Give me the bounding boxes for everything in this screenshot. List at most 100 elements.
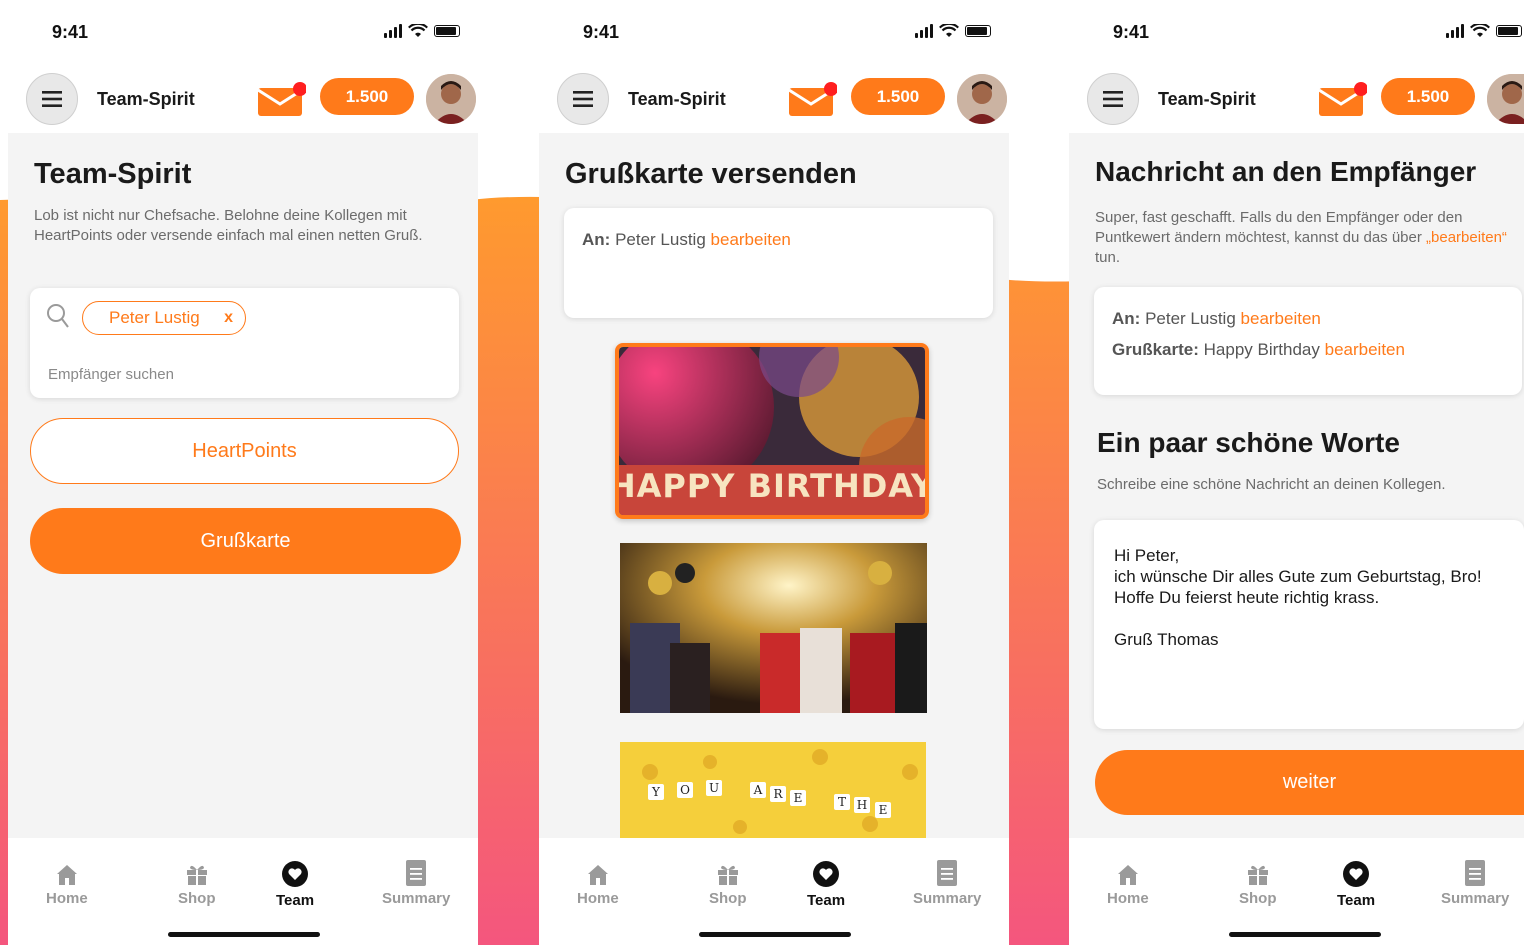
menu-button[interactable] bbox=[26, 73, 78, 125]
message-text[interactable]: Hi Peter, ich wünsche Dir alles Gute zum… bbox=[1114, 545, 1482, 650]
tab-shop[interactable]: Shop bbox=[178, 862, 216, 907]
card-line: Grußkarte: Happy Birthday bearbeiten bbox=[1112, 340, 1405, 360]
screen-team-spirit: 9:41 Team-Spirit 1.500 Team-Spirit Lob i… bbox=[8, 0, 478, 945]
edit-recipient-link[interactable]: bearbeiten bbox=[711, 230, 791, 249]
tab-home-label: Home bbox=[46, 890, 88, 907]
recipient-chip[interactable]: Peter Lustig x bbox=[82, 301, 246, 335]
remove-recipient-button[interactable]: x bbox=[224, 309, 233, 327]
dice-letter-7: T bbox=[838, 795, 846, 809]
dice-letter-2: O bbox=[680, 783, 690, 797]
home-indicator bbox=[1229, 932, 1381, 937]
card-label: Grußkarte: bbox=[1112, 340, 1199, 359]
status-icons bbox=[384, 24, 460, 38]
avatar[interactable] bbox=[957, 74, 1007, 124]
dice-letter-6: E bbox=[794, 791, 803, 805]
dice-letter-3: U bbox=[709, 781, 719, 795]
tab-home[interactable]: Home bbox=[1107, 864, 1149, 907]
page-title: Grußkarte versenden bbox=[565, 158, 857, 190]
grusskarte-button[interactable]: Grußkarte bbox=[30, 508, 461, 574]
page-title: Nachricht an den Empfänger bbox=[1095, 156, 1477, 187]
hamburger-icon bbox=[573, 91, 593, 107]
tab-team[interactable]: Team bbox=[807, 860, 845, 909]
next-button[interactable]: weiter bbox=[1095, 750, 1524, 815]
edit-recipient-link[interactable]: bearbeiten bbox=[1241, 309, 1321, 328]
home-icon bbox=[587, 865, 608, 885]
message-input[interactable]: Hi Peter, ich wünsche Dir alles Gute zum… bbox=[1094, 520, 1524, 729]
description-edit-link[interactable]: „bearbeiten“ bbox=[1426, 229, 1507, 246]
signal-icon bbox=[384, 24, 402, 38]
app-header: Team-Spirit 1.500 bbox=[539, 65, 1009, 133]
mail-notification-icon[interactable] bbox=[258, 82, 306, 116]
tab-shop[interactable]: Shop bbox=[709, 862, 747, 907]
screen-grusskarte-versenden: 9:41 Team-Spirit 1.500 Grußkarte versend… bbox=[539, 0, 1009, 945]
tab-home-label: Home bbox=[1107, 890, 1149, 907]
home-indicator bbox=[168, 932, 320, 937]
status-time: 9:41 bbox=[52, 22, 89, 42]
hamburger-icon bbox=[42, 91, 62, 107]
battery-icon bbox=[1496, 25, 1522, 37]
page-description: Super, fast geschafft. Falls du den Empf… bbox=[1095, 208, 1515, 268]
status-bar: 9:41 bbox=[539, 0, 1009, 65]
tab-home[interactable]: Home bbox=[577, 864, 619, 907]
description-text: Super, fast geschafft. Falls du den Empf… bbox=[1095, 209, 1463, 246]
heartpoints-button[interactable]: HeartPoints bbox=[30, 418, 459, 484]
tab-summary-label: Summary bbox=[382, 890, 451, 907]
menu-button[interactable] bbox=[557, 73, 609, 125]
to-label: An: bbox=[582, 230, 611, 249]
tab-home[interactable]: Home bbox=[46, 864, 88, 907]
tab-summary[interactable]: Summary bbox=[382, 860, 450, 907]
party-image bbox=[620, 543, 927, 713]
card-you-are-the[interactable]: Y O U A R E T H E bbox=[620, 742, 926, 838]
tab-summary-label: Summary bbox=[1441, 890, 1510, 907]
document-icon bbox=[937, 860, 958, 886]
app-header: Team-Spirit 1.500 bbox=[1069, 65, 1524, 133]
page-description: Lob ist nicht nur Chefsache. Belohne dei… bbox=[34, 207, 423, 244]
heart-icon bbox=[1343, 861, 1370, 887]
recipient-line: An: Peter Lustig bearbeiten bbox=[582, 230, 791, 250]
status-bar: 9:41 bbox=[8, 0, 478, 65]
tab-shop[interactable]: Shop bbox=[1239, 862, 1277, 907]
mail-notification-icon[interactable] bbox=[1319, 82, 1367, 116]
header-title: Team-Spirit bbox=[1158, 89, 1256, 109]
tab-home-label: Home bbox=[577, 890, 619, 907]
card-happy-birthday[interactable]: HAPPY BIRTHDAY bbox=[615, 343, 929, 519]
tab-team[interactable]: Team bbox=[276, 860, 314, 909]
birthday-image: HAPPY BIRTHDAY bbox=[619, 347, 925, 515]
hamburger-icon bbox=[1103, 91, 1123, 107]
tab-bar: Home Shop Team Summary bbox=[8, 838, 478, 945]
status-bar: 9:41 bbox=[1069, 0, 1524, 65]
tab-summary[interactable]: Summary bbox=[913, 860, 981, 907]
recipient-chip-label: Peter Lustig bbox=[109, 308, 200, 327]
you-are-the-image: Y O U A R E T H E bbox=[620, 742, 926, 838]
status-icons bbox=[1446, 24, 1522, 38]
tab-summary[interactable]: Summary bbox=[1441, 860, 1509, 907]
mail-notification-icon[interactable] bbox=[789, 82, 837, 116]
avatar[interactable] bbox=[426, 74, 476, 124]
wifi-icon bbox=[939, 24, 959, 37]
section-title: Ein paar schöne Worte bbox=[1097, 427, 1400, 458]
tab-shop-label: Shop bbox=[1239, 890, 1277, 907]
header-title: Team-Spirit bbox=[628, 89, 726, 109]
status-time: 9:41 bbox=[583, 22, 620, 42]
search-input[interactable]: Empfänger suchen bbox=[48, 366, 174, 383]
points-badge[interactable]: 1.500 bbox=[851, 78, 945, 115]
signal-icon bbox=[1446, 24, 1464, 38]
menu-button[interactable] bbox=[1087, 73, 1139, 125]
points-badge[interactable]: 1.500 bbox=[1381, 78, 1475, 115]
home-icon bbox=[56, 865, 77, 885]
home-icon bbox=[1117, 865, 1138, 885]
tab-team-label: Team bbox=[807, 892, 846, 909]
card-value: Happy Birthday bbox=[1203, 340, 1320, 359]
screen-nachricht: 9:41 Team-Spirit 1.500 Nachricht an den … bbox=[1069, 0, 1524, 945]
page-title: Team-Spirit bbox=[34, 158, 192, 190]
dice-letter-5: R bbox=[773, 787, 783, 801]
avatar[interactable] bbox=[1487, 74, 1524, 124]
card-party[interactable] bbox=[620, 543, 927, 713]
header-title: Team-Spirit bbox=[97, 89, 195, 109]
points-badge[interactable]: 1.500 bbox=[320, 78, 414, 115]
tab-team[interactable]: Team bbox=[1337, 860, 1375, 909]
tab-summary-label: Summary bbox=[913, 890, 982, 907]
recipient-search-card: Peter Lustig x Empfänger suchen bbox=[30, 288, 459, 398]
edit-card-link[interactable]: bearbeiten bbox=[1325, 340, 1405, 359]
summary-card: An: Peter Lustig bearbeiten Grußkarte: H… bbox=[1094, 287, 1522, 395]
